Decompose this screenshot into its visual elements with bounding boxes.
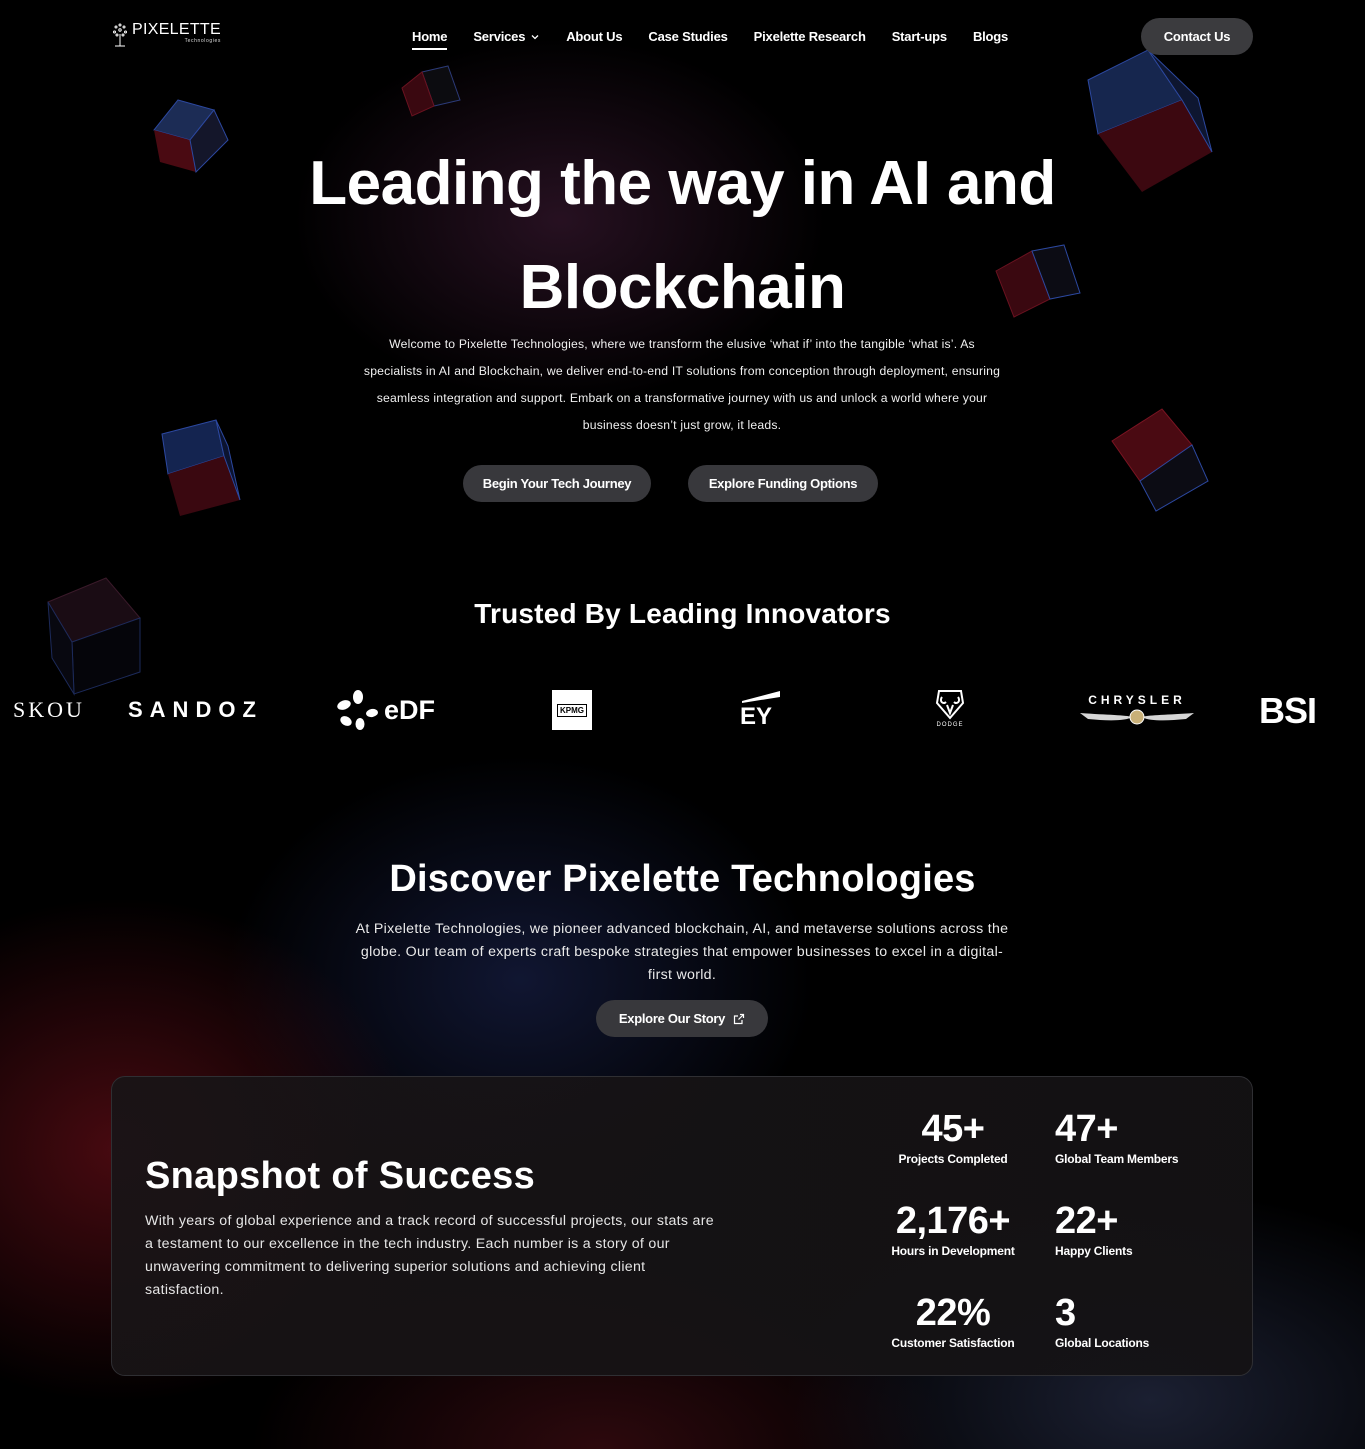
- stat-hours-in-development: 2,176+ Hours in Development: [880, 1199, 1026, 1258]
- hero-title: Leading the way in AI and Blockchain: [0, 132, 1365, 340]
- nav-services[interactable]: Services: [473, 29, 540, 44]
- nav-services-label: Services: [473, 29, 526, 44]
- contact-us-button[interactable]: Contact Us: [1141, 18, 1253, 55]
- stat-label: Global Locations: [1055, 1336, 1150, 1350]
- site-header: PIXELETTE Technologies Home Services Abo…: [0, 0, 1365, 75]
- bsi-logo: BSI: [1259, 690, 1317, 731]
- nav-about-us[interactable]: About Us: [566, 29, 622, 44]
- sandoz-logo: SANDOZ: [128, 697, 263, 722]
- hero-title-line1: Leading the way in AI and: [309, 149, 1056, 218]
- edf-logo: eDF: [336, 689, 435, 731]
- brand-sub: Technologies: [184, 38, 221, 44]
- brand-name: PIXELETTE: [132, 21, 221, 38]
- stat-projects-completed: 45+ Projects Completed: [880, 1107, 1026, 1166]
- stat-global-team-members: 47+ Global Team Members: [1055, 1107, 1215, 1166]
- stat-label: Customer Satisfaction: [891, 1336, 1015, 1350]
- hero-description: Welcome to Pixelette Technologies, where…: [363, 337, 1001, 432]
- stat-value: 45+: [921, 1108, 985, 1150]
- explore-funding-button[interactable]: Explore Funding Options: [688, 465, 878, 502]
- ey-logo: EY: [740, 689, 782, 733]
- nav-pixelette-research[interactable]: Pixelette Research: [754, 29, 866, 44]
- discover-description: At Pixelette Technologies, we pioneer ad…: [355, 921, 1009, 983]
- decorative-cube: [44, 572, 146, 698]
- snapshot-card: Snapshot of Success With years of global…: [111, 1076, 1253, 1376]
- stat-label: Happy Clients: [1055, 1244, 1133, 1258]
- explore-our-story-button[interactable]: Explore Our Story: [596, 1000, 768, 1037]
- stat-global-locations: 3 Global Locations: [1055, 1291, 1215, 1350]
- decorative-cube: [1108, 403, 1214, 515]
- decorative-cube: [158, 416, 244, 520]
- client-logos: SKOU SANDOZ eDF KPMG EY DODGE CHRYSLER B…: [0, 685, 1365, 735]
- nav-blogs[interactable]: Blogs: [973, 29, 1008, 44]
- main-nav: Home Services About Us Case Studies Pixe…: [412, 29, 1008, 50]
- edf-text: eDF: [384, 694, 436, 725]
- kpmg-text: KPMG: [557, 703, 587, 717]
- stat-label: Hours in Development: [891, 1244, 1015, 1258]
- skou-logo: SKOU: [13, 697, 85, 722]
- kpmg-logo: KPMG: [552, 690, 592, 730]
- nav-home[interactable]: Home: [412, 29, 448, 50]
- edf-flower-icon: [337, 690, 378, 730]
- hero-title-line2: Blockchain: [519, 253, 846, 322]
- stat-value: 47+: [1055, 1108, 1118, 1150]
- stat-customer-satisfaction: 22% Customer Satisfaction: [880, 1291, 1026, 1350]
- stat-label: Projects Completed: [898, 1152, 1008, 1166]
- discover-title: Discover Pixelette Technologies: [389, 858, 976, 900]
- ram-head-icon: [935, 690, 965, 720]
- begin-tech-journey-button[interactable]: Begin Your Tech Journey: [463, 465, 651, 502]
- dodge-logo: DODGE: [930, 687, 970, 728]
- external-link-icon: [733, 1013, 745, 1024]
- nav-start-ups[interactable]: Start-ups: [892, 29, 947, 44]
- stat-value: 22%: [915, 1292, 991, 1334]
- dodge-text: DODGE: [936, 722, 964, 728]
- explore-our-story-label: Explore Our Story: [618, 1011, 726, 1026]
- tree-logo-icon: [113, 23, 127, 47]
- chrysler-logo: CHRYSLER: [1076, 693, 1198, 727]
- snapshot-title: Snapshot of Success: [145, 1155, 536, 1197]
- chrysler-text: CHRYSLER: [1088, 693, 1186, 707]
- snapshot-description: With years of global experience and a tr…: [145, 1213, 714, 1298]
- stat-happy-clients: 22+ Happy Clients: [1055, 1199, 1215, 1258]
- chrysler-wings-icon: [1080, 709, 1194, 725]
- trusted-title: Trusted By Leading Innovators: [474, 598, 891, 629]
- stat-value: 3: [1055, 1292, 1076, 1334]
- nav-case-studies[interactable]: Case Studies: [648, 29, 727, 44]
- brand-logo[interactable]: PIXELETTE Technologies: [111, 22, 221, 48]
- chevron-down-icon: [531, 34, 539, 39]
- ey-text: EY: [740, 703, 773, 730]
- stat-value: 2,176+: [895, 1200, 1011, 1242]
- stat-label: Global Team Members: [1055, 1152, 1179, 1166]
- stat-value: 22+: [1055, 1200, 1118, 1242]
